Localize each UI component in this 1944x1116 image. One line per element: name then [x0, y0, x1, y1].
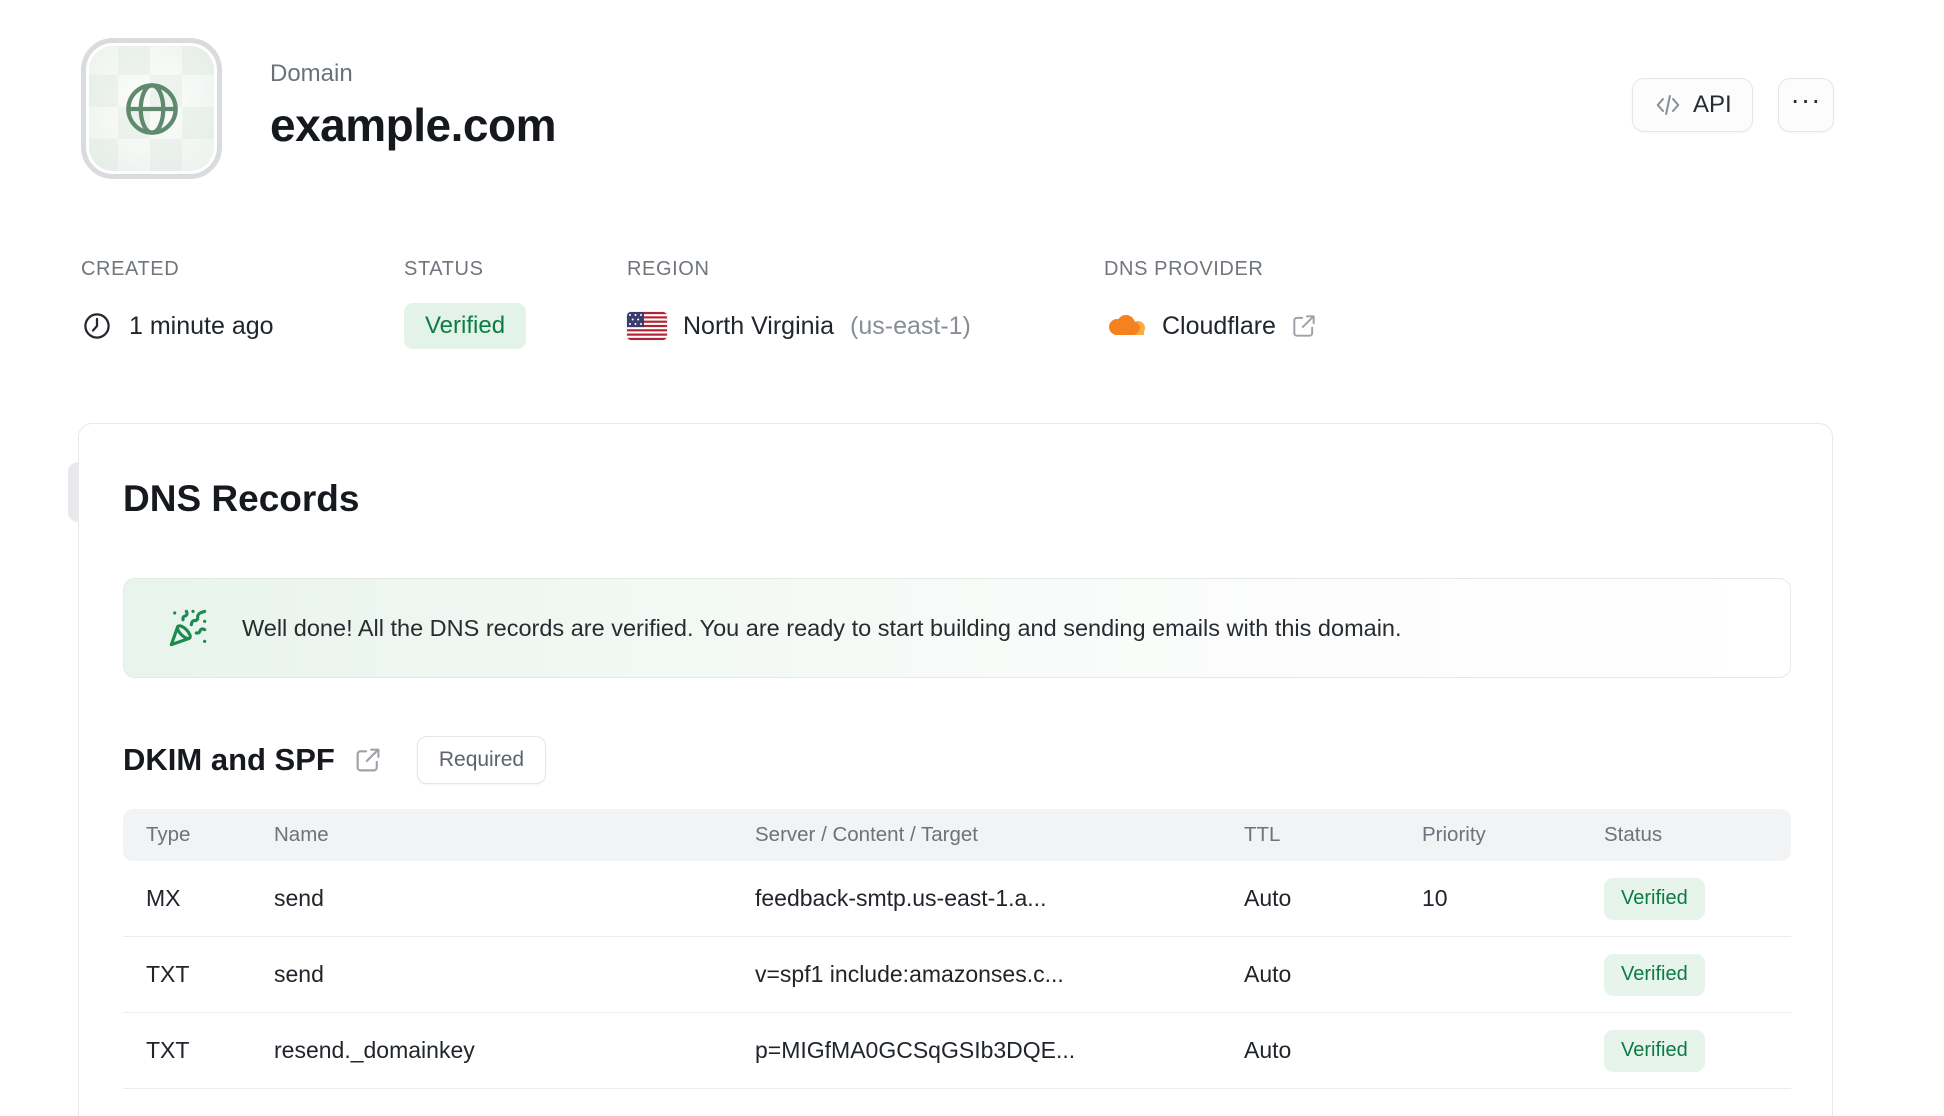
meta-region: REGION North Virginia (us-east-1): [627, 258, 971, 349]
dkim-external-link-icon[interactable]: [353, 745, 383, 775]
us-flag-icon: [627, 312, 667, 340]
col-header-content: Server / Content / Target: [755, 823, 978, 846]
table-row: TXT resend._domainkey p=MIGfMA0GCSqGSIb3…: [123, 1013, 1791, 1089]
col-header-name: Name: [274, 823, 329, 846]
dns-provider-value: Cloudflare: [1162, 311, 1276, 340]
cloudflare-icon: [1104, 314, 1148, 338]
row-status-badge: Verified: [1604, 1029, 1705, 1072]
cell-content: feedback-smtp.us-east-1.a...: [755, 885, 1047, 911]
table-row: MX send feedback-smtp.us-east-1.a... Aut…: [123, 861, 1791, 937]
code-icon: [1653, 90, 1683, 120]
dns-records-card: DNS Records Well done! All the DNS recor…: [78, 423, 1833, 1116]
cell-priority: 10: [1422, 885, 1448, 911]
cell-content: p=MIGfMA0GCSqGSIb3DQE...: [755, 1037, 1076, 1063]
created-value: 1 minute ago: [129, 311, 274, 340]
cell-ttl: Auto: [1244, 961, 1292, 987]
cell-type: MX: [146, 885, 181, 911]
table-row: TXT send v=spf1 include:amazonses.c... A…: [123, 937, 1791, 1013]
header-text: Domain example.com: [270, 60, 556, 152]
dkim-spf-title: DKIM and SPF: [123, 742, 335, 777]
ellipsis-icon: ···: [1790, 84, 1822, 115]
cell-ttl: Auto: [1244, 885, 1292, 911]
cell-ttl: Auto: [1244, 1037, 1292, 1063]
dns-provider-link[interactable]: Cloudflare: [1104, 312, 1318, 341]
success-banner: Well done! All the DNS records are verif…: [123, 578, 1791, 678]
api-button[interactable]: API: [1632, 78, 1753, 132]
clock-icon: [81, 310, 113, 342]
dns-provider-label: DNS PROVIDER: [1104, 258, 1264, 280]
cell-type: TXT: [146, 961, 190, 987]
meta-status: STATUS Verified: [404, 258, 527, 349]
success-banner-text: Well done! All the DNS records are verif…: [242, 614, 1402, 641]
domain-page: Domain example.com API ··· CREATED 1 min…: [0, 0, 1944, 1116]
status-badge: Verified: [404, 303, 527, 349]
row-status-badge: Verified: [1604, 877, 1705, 920]
col-header-priority: Priority: [1422, 823, 1486, 846]
col-header-ttl: TTL: [1244, 823, 1281, 846]
col-header-status: Status: [1604, 823, 1663, 846]
status-label: STATUS: [404, 258, 484, 280]
table-header-row: Type Name Server / Content / Target TTL …: [123, 809, 1791, 861]
region-value: North Virginia: [683, 311, 835, 340]
api-button-label: API: [1693, 91, 1732, 118]
dns-records-title: DNS Records: [123, 478, 360, 519]
entity-type-label: Domain: [270, 60, 353, 87]
meta-dns-provider: DNS PROVIDER Cloudflare: [1104, 258, 1318, 349]
row-status-badge: Verified: [1604, 953, 1705, 996]
required-badge: Required: [416, 736, 547, 784]
cell-content: v=spf1 include:amazonses.c...: [755, 961, 1064, 987]
page-title: example.com: [270, 99, 556, 151]
dns-records-table: Type Name Server / Content / Target TTL …: [123, 809, 1791, 1089]
dkim-spf-section-header: DKIM and SPF Required: [123, 736, 547, 784]
cell-name: send: [274, 885, 324, 911]
cell-name: send: [274, 961, 324, 987]
created-label: CREATED: [81, 258, 180, 280]
cell-name: resend._domainkey: [274, 1037, 475, 1063]
more-options-button[interactable]: ···: [1778, 78, 1834, 132]
region-code: (us-east-1): [850, 311, 971, 340]
party-popper-icon: [168, 608, 208, 648]
domain-avatar: [81, 38, 222, 179]
external-link-icon: [1290, 312, 1318, 340]
region-label: REGION: [627, 258, 710, 280]
col-header-type: Type: [146, 823, 191, 846]
meta-created: CREATED 1 minute ago: [81, 258, 274, 349]
globe-icon: [119, 76, 185, 142]
cell-type: TXT: [146, 1037, 190, 1063]
